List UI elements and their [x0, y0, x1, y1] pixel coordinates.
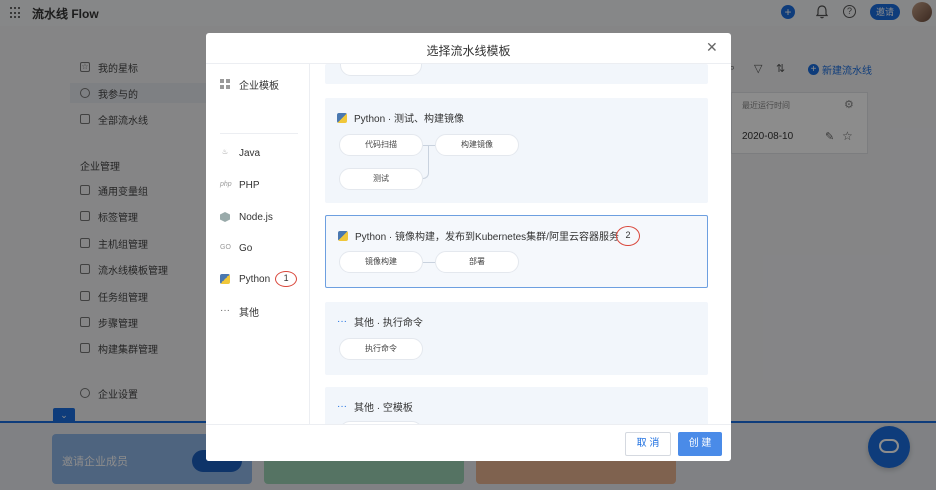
- category-label: Go: [239, 242, 253, 254]
- modal-footer: 取 消 创 建: [206, 424, 731, 461]
- create-button[interactable]: 创 建: [678, 432, 722, 456]
- category-label: PHP: [239, 179, 260, 191]
- category-python[interactable]: Python 1: [220, 271, 298, 287]
- category-php[interactable]: php PHP: [220, 177, 260, 193]
- divider: [220, 133, 298, 134]
- step-pill: 部署: [435, 251, 519, 273]
- category-nodejs[interactable]: Node.js: [220, 209, 273, 225]
- category-enterprise[interactable]: 企业模板: [220, 76, 279, 92]
- modal-header: 选择流水线模板 ✕: [206, 33, 731, 64]
- category-label: Node.js: [239, 211, 273, 223]
- template-card[interactable]: ··· 其他 · 执行命令 执行命令: [325, 302, 708, 375]
- step-pill: 测试: [339, 168, 423, 190]
- template-modal: 选择流水线模板 ✕ 企业模板 ♨ Java php PHP Node.js GO…: [206, 33, 731, 461]
- annotation-badge: 2: [616, 226, 640, 246]
- go-icon: GO: [220, 244, 231, 251]
- python-icon: [337, 112, 347, 123]
- template-title: ··· 其他 · 执行命令: [337, 316, 423, 329]
- template-card[interactable]: ··· 其他 · 空模板: [325, 387, 708, 424]
- category-label: 企业模板: [239, 80, 279, 92]
- php-icon: php: [220, 181, 232, 188]
- step-connector: [423, 262, 435, 263]
- category-label: Python: [239, 273, 271, 285]
- step-pill: 构建镜像: [435, 134, 519, 156]
- step-pill: 执行命令: [339, 338, 423, 360]
- template-title: Python · 测试、构建镜像: [337, 110, 464, 125]
- template-card[interactable]: Python · 测试、构建镜像 代码扫描 构建镜像 测试: [325, 98, 708, 203]
- nodejs-icon: [220, 212, 230, 222]
- category-go[interactable]: GO Go: [220, 240, 252, 256]
- template-list: Python · 测试、构建镜像 代码扫描 构建镜像 测试 Python · 镜…: [310, 64, 731, 424]
- template-category-list: 企业模板 ♨ Java php PHP Node.js GO Go Python…: [206, 64, 310, 424]
- more-icon: ···: [337, 401, 347, 412]
- more-icon: ···: [337, 316, 347, 327]
- python-icon: [220, 274, 230, 284]
- step-pill: 镜像构建: [339, 251, 423, 273]
- annotation-badge: 1: [275, 271, 298, 287]
- python-icon: [338, 230, 348, 241]
- template-title: ··· 其他 · 空模板: [337, 401, 413, 414]
- category-label: Java: [239, 147, 261, 159]
- close-icon[interactable]: ✕: [706, 40, 718, 54]
- template-card[interactable]: [325, 64, 708, 84]
- modal-title: 选择流水线模板: [426, 44, 511, 58]
- more-icon: ···: [220, 305, 230, 316]
- grid-icon: [220, 79, 230, 89]
- step-connector: [423, 145, 429, 179]
- java-icon: ♨: [221, 149, 229, 156]
- category-java[interactable]: ♨ Java: [220, 145, 260, 161]
- cancel-button[interactable]: 取 消: [625, 432, 671, 456]
- template-card-selected[interactable]: Python · 镜像构建，发布到Kubernetes集群/阿里云容器服务 2 …: [325, 215, 708, 288]
- category-other[interactable]: ··· 其他: [220, 303, 259, 319]
- template-title: Python · 镜像构建，发布到Kubernetes集群/阿里云容器服务: [338, 228, 619, 243]
- category-label: 其他: [239, 307, 259, 319]
- step-pill: 代码扫描: [339, 134, 423, 156]
- step-pill: [340, 64, 422, 76]
